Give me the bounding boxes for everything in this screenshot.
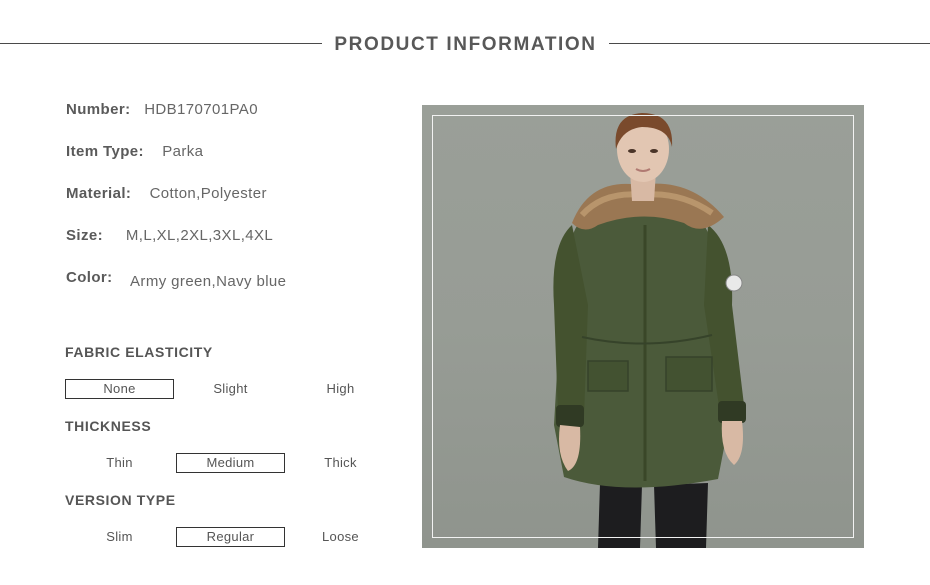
version-type-title: VERSION TYPE <box>65 492 176 508</box>
spec-label: Material: <box>66 185 132 202</box>
spec-label: Item Type: <box>66 143 144 160</box>
version-option-slim: Slim <box>106 529 133 544</box>
spec-number: Number: HDB170701PA0 <box>66 101 258 118</box>
spec-label: Color: <box>66 269 113 286</box>
elasticity-option-none: None <box>65 379 174 399</box>
spec-material: Material: Cotton,Polyester <box>66 185 267 202</box>
spec-item-type: Item Type: Parka <box>66 143 203 160</box>
spec-color: Color: Army green,Navy blue <box>66 269 286 290</box>
header-rule-left <box>0 43 322 44</box>
fabric-elasticity-title: FABRIC ELASTICITY <box>65 344 213 360</box>
spec-label: Number: <box>66 101 131 118</box>
section-heading: PRODUCT INFORMATION <box>334 34 597 55</box>
elasticity-option-high: High <box>326 381 355 396</box>
thickness-option-medium: Medium <box>176 453 285 473</box>
header-rule-right <box>609 43 930 44</box>
spec-value: Army green,Navy blue <box>130 273 287 290</box>
version-option-regular: Regular <box>176 527 285 547</box>
thickness-title: THICKNESS <box>65 418 152 434</box>
spec-size: Size: M,L,XL,2XL,3XL,4XL <box>66 227 273 244</box>
version-option-loose: Loose <box>322 529 359 544</box>
spec-value: Cotton,Polyester <box>149 185 267 202</box>
spec-value: M,L,XL,2XL,3XL,4XL <box>125 227 274 244</box>
thickness-option-thin: Thin <box>106 455 133 470</box>
spec-value: HDB170701PA0 <box>144 101 258 118</box>
product-photo <box>422 105 864 548</box>
spec-value: Parka <box>162 143 204 160</box>
elasticity-option-slight: Slight <box>213 381 248 396</box>
model-illustration <box>553 113 746 548</box>
thickness-option-thick: Thick <box>324 455 357 470</box>
spec-label: Size: <box>66 227 104 244</box>
